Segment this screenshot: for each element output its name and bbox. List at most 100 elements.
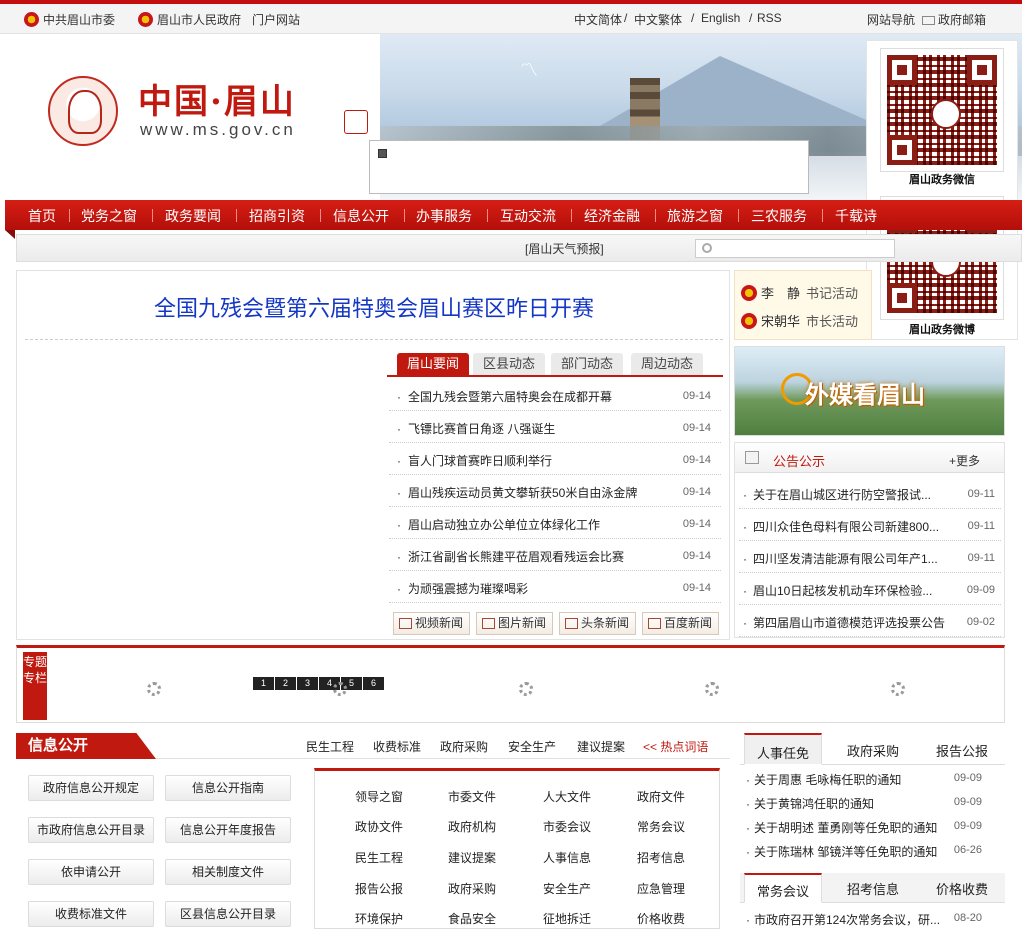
info-regulations-button[interactable]: 政府信息公开规定 bbox=[28, 775, 154, 801]
tab-price-fees[interactable]: 价格收费 bbox=[936, 879, 988, 898]
category-link[interactable]: 建议提案 bbox=[448, 849, 496, 866]
fee-documents-button[interactable]: 收费标准文件 bbox=[28, 901, 154, 927]
link-livelihood[interactable]: 民生工程 bbox=[306, 738, 354, 755]
city-government-link[interactable]: 眉山市人民政府 bbox=[138, 11, 241, 28]
tab-reports[interactable]: 报告公报 bbox=[936, 741, 988, 760]
category-link[interactable]: 政府采购 bbox=[448, 880, 496, 897]
mayor-activity-link[interactable]: 宋朝华 市长活动 bbox=[741, 311, 858, 330]
tab-appointments[interactable]: 人事任免 bbox=[744, 733, 823, 765]
wechat-qr-code bbox=[880, 48, 1004, 172]
list-item[interactable]: 眉山10日起核发机动车环保检验...09-09 bbox=[739, 573, 1001, 605]
list-item[interactable]: 飞镖比赛首日角逐 八强诞生09-14 bbox=[389, 411, 721, 443]
notice-title: 公告公示 bbox=[773, 454, 826, 469]
link-safety[interactable]: 安全生产 bbox=[508, 738, 556, 755]
gov-mailbox-link[interactable]: 政府邮箱 bbox=[922, 11, 986, 28]
nav-services[interactable]: 办事服务 bbox=[416, 206, 472, 226]
category-link[interactable]: 价格收费 bbox=[637, 910, 685, 927]
nav-home[interactable]: 首页 bbox=[28, 206, 56, 226]
list-item[interactable]: 全国九残会暨第六届特奥会在成都开幕09-14 bbox=[389, 379, 721, 411]
info-guide-button[interactable]: 信息公开指南 bbox=[165, 775, 291, 801]
nav-economy[interactable]: 经济金融 bbox=[584, 206, 640, 226]
headline-title[interactable]: 全国九残会暨第六届特奥会眉山赛区昨日开赛 bbox=[17, 291, 731, 323]
list-item[interactable]: 关于胡明述 董勇刚等任免职的通知09-09 bbox=[744, 815, 1002, 839]
foreign-media-banner[interactable]: 外媒看眉山 bbox=[734, 346, 1005, 436]
category-link[interactable]: 民生工程 bbox=[355, 849, 403, 866]
link-procurement[interactable]: 政府采购 bbox=[440, 738, 488, 755]
list-item[interactable]: 市政府召开第124次常务会议，研...08-20 bbox=[744, 907, 1002, 929]
nav-info-disclosure[interactable]: 信息公开 bbox=[333, 206, 389, 226]
list-item[interactable]: 关于周惠 毛咏梅任职的通知09-09 bbox=[744, 767, 1002, 791]
nav-investment[interactable]: 招商引资 bbox=[249, 206, 305, 226]
flash-placeholder-icon bbox=[378, 149, 387, 158]
rss-link[interactable]: RSS bbox=[757, 11, 782, 25]
baidu-news-button[interactable]: 百度新闻 bbox=[642, 612, 719, 635]
photo-slider[interactable]: 123456 bbox=[25, 347, 391, 690]
list-item[interactable]: 眉山残疾运动员黄文攀斩获50米自由泳金牌09-14 bbox=[389, 475, 721, 507]
tab-procurement[interactable]: 政府采购 bbox=[847, 741, 899, 760]
category-link[interactable]: 人事信息 bbox=[543, 849, 591, 866]
category-link[interactable]: 安全生产 bbox=[543, 880, 591, 897]
nav-agriculture[interactable]: 三农服务 bbox=[751, 206, 807, 226]
weather-forecast-link[interactable]: [眉山天气预报] bbox=[525, 240, 604, 257]
su-dongpo-portrait-logo[interactable] bbox=[48, 76, 118, 146]
category-link[interactable]: 市委文件 bbox=[448, 788, 496, 805]
info-annual-report-button[interactable]: 信息公开年度报告 bbox=[165, 817, 291, 843]
nav-tourism[interactable]: 旅游之窗 bbox=[667, 206, 723, 226]
category-link[interactable]: 环境保护 bbox=[355, 910, 403, 927]
category-link[interactable]: 应急管理 bbox=[637, 880, 685, 897]
photo-news-button[interactable]: 图片新闻 bbox=[476, 612, 553, 635]
english-link[interactable]: English bbox=[701, 11, 740, 25]
nav-poetry[interactable]: 千载诗 bbox=[835, 206, 877, 226]
party-committee-link[interactable]: 中共眉山市委 bbox=[24, 11, 115, 28]
category-link[interactable]: 征地拆迁 bbox=[543, 910, 591, 927]
category-link[interactable]: 领导之窗 bbox=[355, 788, 403, 805]
tab-executive-meetings[interactable]: 常务会议 bbox=[744, 873, 823, 903]
district-catalog-button[interactable]: 区县信息公开目录 bbox=[165, 901, 291, 927]
lang-separator: / bbox=[749, 11, 753, 25]
list-item[interactable]: 盲人门球首赛昨日顺利举行09-14 bbox=[389, 443, 721, 475]
hot-words-link[interactable]: << 热点词语 bbox=[643, 738, 708, 755]
category-link[interactable]: 招考信息 bbox=[637, 849, 685, 866]
list-item[interactable]: 浙江省副省长熊建平莅眉观看残运会比赛09-14 bbox=[389, 539, 721, 571]
list-item[interactable]: 第四届眉山市道德模范评选投票公告09-02 bbox=[739, 605, 1001, 637]
list-item[interactable]: 为顽强震撼为璀璨喝彩09-14 bbox=[389, 571, 721, 603]
sitemap-link[interactable]: 网站导航 bbox=[867, 11, 915, 28]
secretary-activity-link[interactable]: 李 静书记活动 bbox=[741, 283, 858, 302]
category-link[interactable]: 政府文件 bbox=[637, 788, 685, 805]
list-item[interactable]: 关于在眉山城区进行防空警报试...09-11 bbox=[739, 477, 1001, 509]
info-catalog-button[interactable]: 市政府信息公开目录 bbox=[28, 817, 154, 843]
site-search-input[interactable] bbox=[695, 239, 895, 258]
tab-district-news[interactable]: 区县动态 bbox=[473, 353, 546, 375]
link-fee-standards[interactable]: 收费标准 bbox=[373, 738, 421, 755]
nav-gov-news[interactable]: 政务要闻 bbox=[165, 206, 221, 226]
notice-more-link[interactable]: +更多 bbox=[949, 452, 980, 469]
list-item[interactable]: 关于黄锦鸿任职的通知09-09 bbox=[744, 791, 1002, 815]
category-link[interactable]: 报告公报 bbox=[355, 880, 403, 897]
category-link[interactable]: 常务会议 bbox=[637, 818, 685, 835]
list-item[interactable]: 关于陈瑞林 邹镜洋等任免职的通知06-26 bbox=[744, 839, 1002, 863]
category-link[interactable]: 市委会议 bbox=[543, 818, 591, 835]
top-news-button[interactable]: 头条新闻 bbox=[559, 612, 636, 635]
category-link[interactable]: 人大文件 bbox=[543, 788, 591, 805]
category-link[interactable]: 政协文件 bbox=[355, 818, 403, 835]
category-link[interactable]: 食品安全 bbox=[448, 910, 496, 927]
tab-meishan-news[interactable]: 眉山要闻 bbox=[397, 353, 470, 375]
video-news-button[interactable]: 视频新闻 bbox=[393, 612, 470, 635]
tab-surrounding-news[interactable]: 周边动态 bbox=[631, 353, 704, 375]
apply-disclosure-button[interactable]: 依申请公开 bbox=[28, 859, 154, 885]
nav-party-affairs[interactable]: 党务之窗 bbox=[81, 206, 137, 226]
tab-department-news[interactable]: 部门动态 bbox=[551, 353, 624, 375]
photo-icon bbox=[482, 618, 495, 629]
nav-interaction[interactable]: 互动交流 bbox=[500, 206, 556, 226]
related-rules-button[interactable]: 相关制度文件 bbox=[165, 859, 291, 885]
link-proposals[interactable]: 建议提案 bbox=[577, 738, 625, 755]
list-item[interactable]: 眉山启动独立办公单位立体绿化工作09-14 bbox=[389, 507, 721, 539]
tab-exam-info[interactable]: 招考信息 bbox=[847, 879, 899, 898]
list-item[interactable]: 四川坚发清洁能源有限公司年产1...09-11 bbox=[739, 541, 1001, 573]
category-link[interactable]: 政府机构 bbox=[448, 818, 496, 835]
traditional-chinese-link[interactable]: 中文繁体 bbox=[634, 11, 682, 28]
site-logo-title[interactable]: 中国·眉山 bbox=[138, 74, 296, 123]
search-icon[interactable] bbox=[702, 243, 712, 253]
simplified-chinese-link[interactable]: 中文简体 bbox=[574, 11, 622, 28]
list-item[interactable]: 四川众佳色母料有限公司新建800...09-11 bbox=[739, 509, 1001, 541]
